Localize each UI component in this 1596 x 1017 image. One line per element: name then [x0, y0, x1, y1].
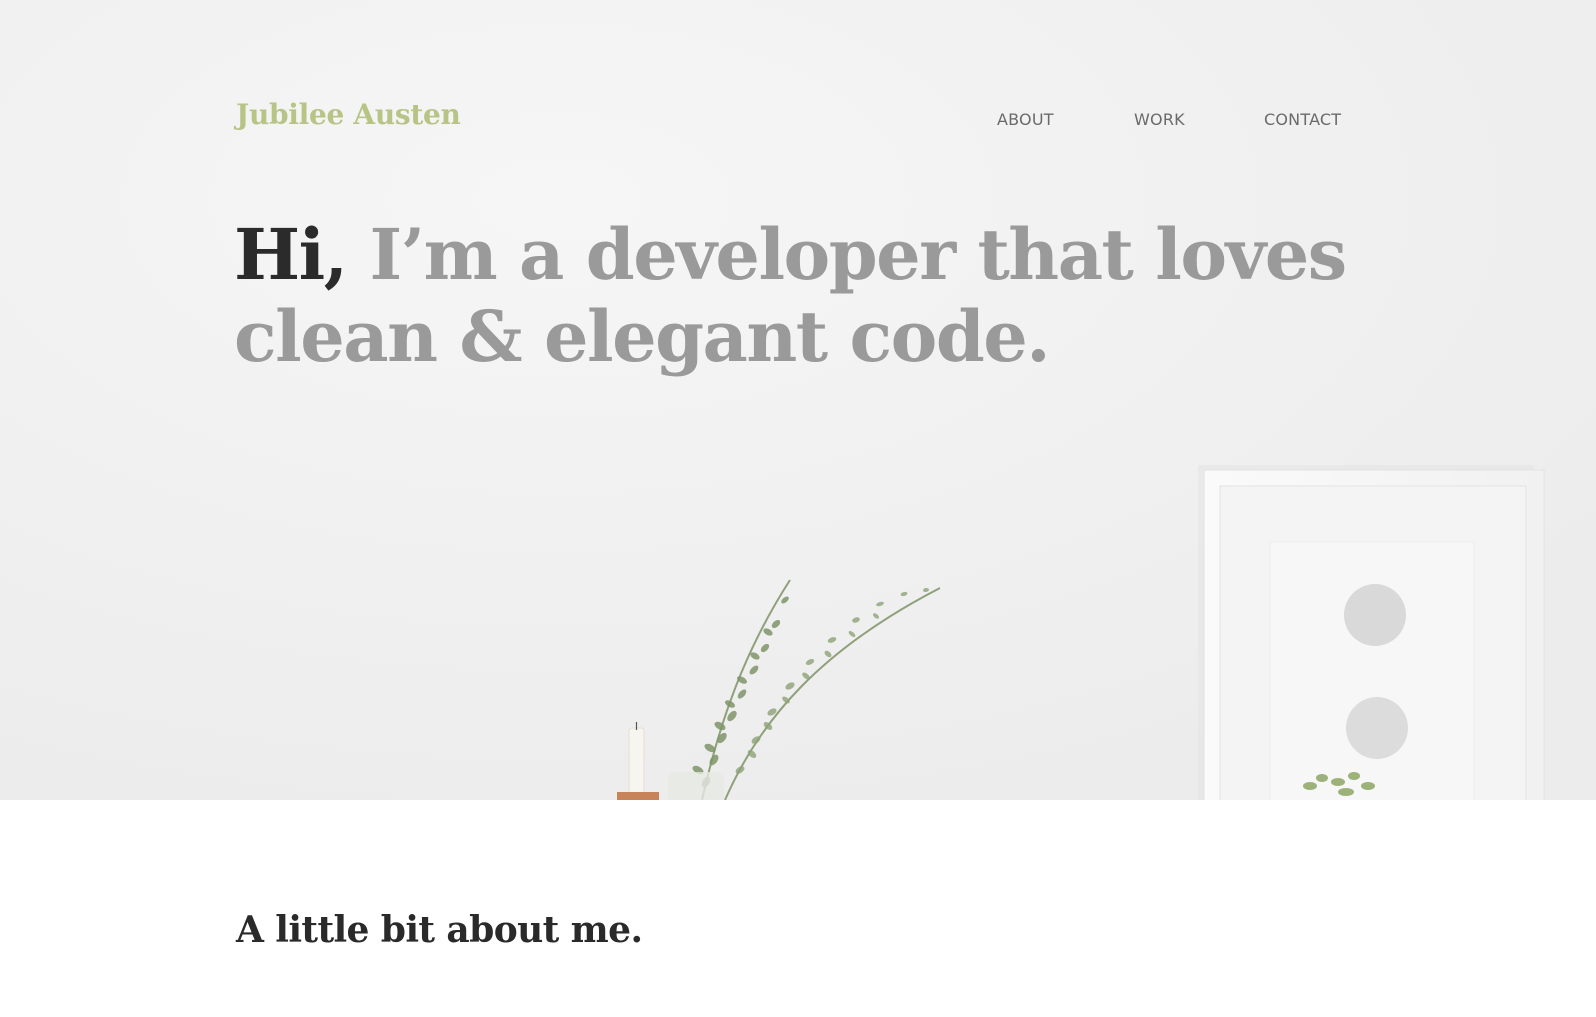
main-nav: ABOUT WORK CONTACT — [0, 110, 1596, 136]
hero-tagline-line2: clean & elegant code. — [234, 295, 1051, 378]
nav-work-link[interactable]: WORK — [1134, 110, 1185, 129]
hero-greeting: Hi, — [234, 213, 348, 296]
nav-contact-link[interactable]: CONTACT — [1264, 110, 1341, 129]
hero-tagline-line1: I’m a developer that loves — [346, 213, 1347, 296]
nav-about-link[interactable]: ABOUT — [997, 110, 1054, 129]
hero-section: Jubilee Austen ABOUT WORK CONTACT Hi, I’… — [0, 0, 1596, 800]
picture-frame — [1198, 465, 1545, 800]
hero-headline: Hi, I’m a developer that loves clean & el… — [234, 214, 1354, 378]
about-section-title: A little bit about me. — [236, 909, 643, 951]
